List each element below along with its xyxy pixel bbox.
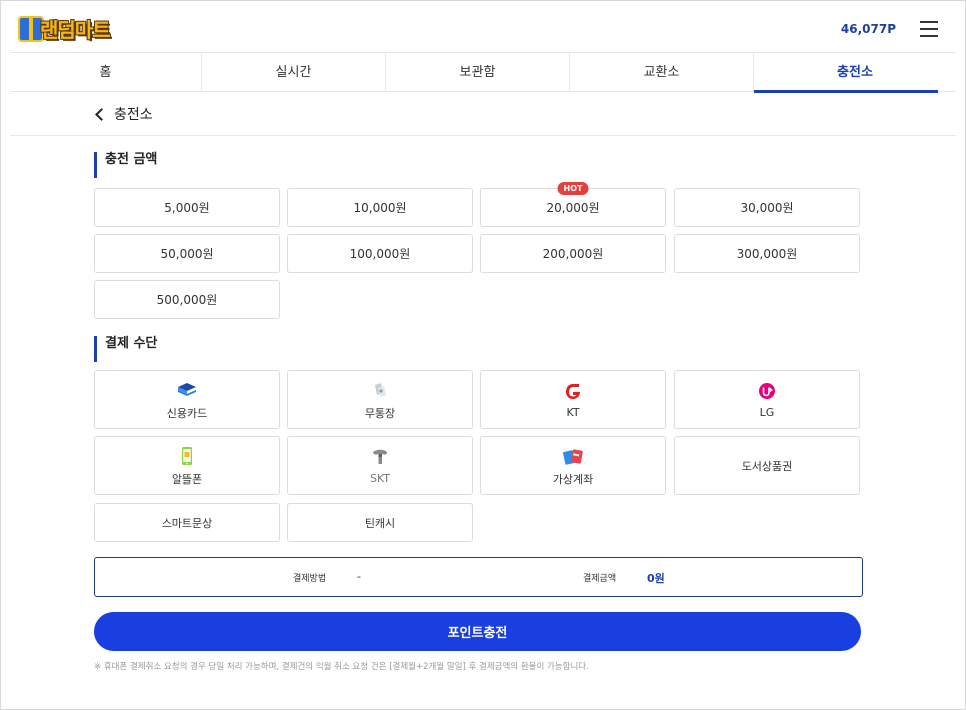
payment-section-title: 결제 수단 [94, 336, 157, 362]
mobile-phone-icon [182, 446, 192, 465]
amount-option[interactable]: 50,000원 [94, 234, 280, 273]
payment-label: 알뜰폰 [171, 472, 203, 486]
lg-uplus-logo-icon [759, 383, 775, 399]
tab-storage[interactable]: 보관함 [386, 53, 570, 92]
skt-logo-icon [373, 449, 387, 464]
amount-label: 30,000원 [740, 201, 794, 215]
amount-option[interactable]: 300,000원 [674, 234, 860, 273]
logo[interactable]: 랜덤마트 [18, 12, 140, 46]
kt-logo-icon [566, 384, 580, 399]
payment-label: SKT [369, 472, 391, 485]
payment-lg[interactable]: LG [674, 370, 860, 429]
point-charge-button[interactable]: 포인트충전 [94, 612, 861, 651]
amount-label: 300,000원 [736, 247, 798, 261]
payment-amount-label: 결제금액 [583, 574, 617, 584]
payment-label: 스마트문상 [161, 516, 213, 530]
virtual-account-icon [563, 448, 583, 465]
payment-book-voucher[interactable]: 도서상품권 [674, 436, 860, 495]
amount-label: 200,000원 [542, 247, 604, 261]
payment-mvno-phone[interactable]: 알뜰폰 [94, 436, 280, 495]
payment-summary: 결제방법 - 결제금액 0원 [94, 557, 863, 597]
points-balance: 46,077P [840, 22, 896, 36]
payment-label: 도서상품권 [741, 459, 793, 473]
payment-label: 틴캐시 [364, 516, 396, 530]
amount-label: 100,000원 [349, 247, 411, 261]
hot-badge: HOT [557, 182, 589, 195]
back-button[interactable]: 충전소 [94, 104, 153, 124]
amount-label: 10,000원 [353, 201, 407, 215]
chevron-left-icon [95, 107, 108, 121]
amount-label: 500,000원 [156, 293, 218, 307]
payment-amount-value: 0원 [647, 572, 665, 585]
amount-section-title: 충전 금액 [94, 152, 157, 178]
payment-label: 무통장 [364, 406, 396, 420]
payment-label: 신용카드 [166, 406, 208, 420]
tab-charge[interactable]: 충전소 [754, 53, 956, 93]
amount-label: 50,000원 [160, 247, 214, 261]
logo-text: 랜덤마트 [40, 18, 111, 42]
amount-option[interactable]: HOT 20,000원 [480, 182, 666, 227]
payment-skt[interactable]: SKT [287, 436, 473, 495]
payment-credit-card[interactable]: 신용카드 [94, 370, 280, 429]
amount-option[interactable]: 100,000원 [287, 234, 473, 273]
bank-transfer-icon [375, 382, 386, 397]
amount-option[interactable]: 5,000원 [94, 188, 280, 227]
tab-home[interactable]: 홈 [10, 53, 202, 92]
payment-method-label: 결제방법 [293, 574, 327, 584]
payment-teencash[interactable]: 틴캐시 [287, 503, 473, 542]
amount-option[interactable]: 10,000원 [287, 188, 473, 227]
payment-smart-voucher[interactable]: 스마트문상 [94, 503, 280, 542]
subheader: 충전소 [10, 92, 956, 136]
page-title: 충전소 [114, 107, 153, 123]
payment-kt[interactable]: KT [480, 370, 666, 429]
amount-label: 20,000원 [546, 201, 600, 215]
payment-label: 가상계좌 [552, 472, 594, 486]
refund-notice: ※ 휴대폰 결제취소 요청의 경우 당일 처리 가능하며, 결제건의 익월 취소… [94, 662, 589, 672]
payment-bank-transfer[interactable]: 무통장 [287, 370, 473, 429]
amount-option[interactable]: 30,000원 [674, 188, 860, 227]
amount-option[interactable]: 500,000원 [94, 280, 280, 319]
payment-label: KT [566, 406, 580, 419]
payment-virtual-account[interactable]: 가상계좌 [480, 436, 666, 495]
amount-label: 5,000원 [164, 201, 210, 215]
header: 랜덤마트 46,077P [0, 0, 964, 52]
hamburger-menu-icon[interactable] [920, 21, 938, 37]
credit-card-icon [178, 382, 196, 396]
payment-method-value: - [357, 570, 361, 583]
tab-realtime[interactable]: 실시간 [202, 53, 386, 92]
tab-exchange[interactable]: 교환소 [570, 53, 754, 92]
main-nav-tabs: 홈 실시간 보관함 교환소 충전소 [10, 52, 956, 93]
amount-option[interactable]: 200,000원 [480, 234, 666, 273]
payment-label: LG [759, 406, 775, 419]
